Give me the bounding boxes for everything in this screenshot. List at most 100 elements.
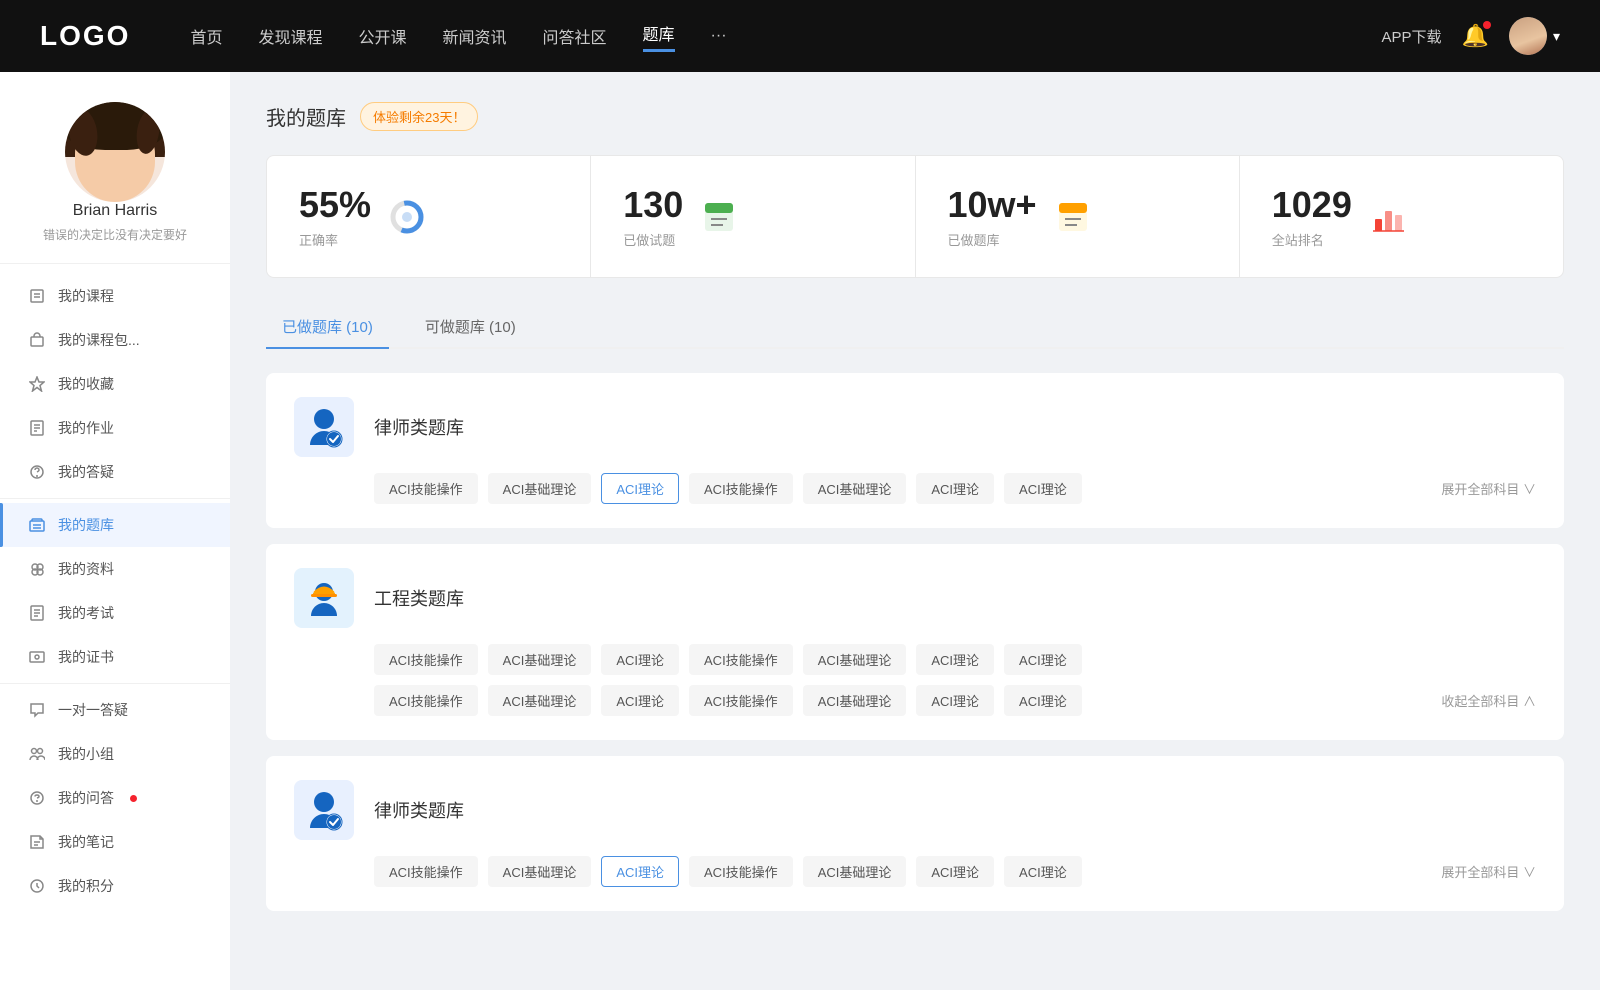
tag[interactable]: ACI理论 xyxy=(916,685,994,716)
app-download-button[interactable]: APP下载 xyxy=(1382,26,1442,47)
chevron-down-icon: ▾ xyxy=(1553,28,1560,45)
tag[interactable]: ACI技能操作 xyxy=(689,685,793,716)
tag[interactable]: ACI理论 xyxy=(1004,644,1082,675)
stat-label: 已做试题 xyxy=(623,230,683,249)
stat-done-questions: 130 已做试题 xyxy=(591,156,914,277)
sidebar-item-qa-mine[interactable]: 我的答疑 xyxy=(0,450,230,494)
tag-active[interactable]: ACI理论 xyxy=(601,856,679,887)
bank-header: 律师类题库 xyxy=(294,780,1536,840)
tag[interactable]: ACI基础理论 xyxy=(803,856,907,887)
tab-bar: 已做题库 (10) 可做题库 (10) xyxy=(266,306,1564,349)
bank-title: 工程类题库 xyxy=(374,585,464,611)
tag[interactable]: ACI理论 xyxy=(916,856,994,887)
tag[interactable]: ACI技能操作 xyxy=(689,473,793,504)
sidebar-item-label: 我的资料 xyxy=(58,559,114,579)
homework-icon xyxy=(28,419,46,437)
tab-available[interactable]: 可做题库 (10) xyxy=(409,306,532,347)
sidebar-item-courses[interactable]: 我的课程 xyxy=(0,274,230,318)
nav-home[interactable]: 首页 xyxy=(190,24,222,48)
sidebar-item-label: 我的证书 xyxy=(58,647,114,667)
sidebar-item-exam[interactable]: 我的考试 xyxy=(0,591,230,635)
tag[interactable]: ACI技能操作 xyxy=(374,685,478,716)
tag[interactable]: ACI理论 xyxy=(1004,473,1082,504)
user-avatar-dropdown[interactable]: ▾ xyxy=(1509,17,1560,55)
tag[interactable]: ACI基础理论 xyxy=(488,644,592,675)
sidebar-item-label: 我的答疑 xyxy=(58,462,114,482)
package-icon xyxy=(28,331,46,349)
tag[interactable]: ACI理论 xyxy=(916,644,994,675)
bank-card-lawyer-2: 律师类题库 ACI技能操作 ACI基础理论 ACI理论 ACI技能操作 ACI基… xyxy=(266,756,1564,911)
sidebar-item-label: 一对一答疑 xyxy=(58,700,128,720)
nav-more[interactable]: ··· xyxy=(711,27,727,45)
sidebar-item-group[interactable]: 我的小组 xyxy=(0,732,230,776)
stat-value: 1029 xyxy=(1272,184,1352,226)
tag[interactable]: ACI技能操作 xyxy=(374,473,478,504)
sidebar-item-one-one[interactable]: 一对一答疑 xyxy=(0,688,230,732)
bank-header: 工程类题库 xyxy=(294,568,1536,628)
tag[interactable]: ACI基础理论 xyxy=(488,856,592,887)
stat-rank: 1029 全站排名 xyxy=(1240,156,1563,277)
tag[interactable]: ACI技能操作 xyxy=(689,644,793,675)
qa-icon xyxy=(28,789,46,807)
tag[interactable]: ACI基础理论 xyxy=(488,685,592,716)
tab-done[interactable]: 已做题库 (10) xyxy=(266,306,389,349)
doc-icon xyxy=(1053,197,1093,237)
notification-bell-button[interactable]: 🔔 xyxy=(1462,23,1489,49)
bank-card-lawyer-1: 律师类题库 ACI技能操作 ACI基础理论 ACI理论 ACI技能操作 ACI基… xyxy=(266,373,1564,528)
sidebar-item-label: 我的积分 xyxy=(58,876,114,896)
nav-discover[interactable]: 发现课程 xyxy=(258,24,322,48)
tag[interactable]: ACI基础理论 xyxy=(803,644,907,675)
pie-chart-icon xyxy=(387,197,427,237)
trial-badge: 体验剩余23天！ xyxy=(360,102,478,131)
points-icon xyxy=(28,877,46,895)
main-layout: Brian Harris 错误的决定比没有决定要好 我的课程 我的课程包... xyxy=(0,0,1600,990)
bank-icon-engineer xyxy=(294,568,354,628)
nav-open[interactable]: 公开课 xyxy=(358,24,406,48)
tag[interactable]: ACI理论 xyxy=(1004,685,1082,716)
tag-active[interactable]: ACI理论 xyxy=(601,473,679,504)
logo: LOGO xyxy=(40,20,130,52)
sidebar-item-label: 我的小组 xyxy=(58,744,114,764)
collapse-button[interactable]: 收起全部科目 ∧ xyxy=(1441,691,1536,710)
sidebar-menu: 我的课程 我的课程包... 我的收藏 我的作业 xyxy=(0,264,230,918)
tag[interactable]: ACI理论 xyxy=(916,473,994,504)
sidebar-item-cert[interactable]: 我的证书 xyxy=(0,635,230,679)
sidebar: Brian Harris 错误的决定比没有决定要好 我的课程 我的课程包... xyxy=(0,72,230,990)
tag[interactable]: ACI基础理论 xyxy=(803,473,907,504)
tag[interactable]: ACI理论 xyxy=(601,685,679,716)
expand-button[interactable]: 展开全部科目 ∨ xyxy=(1441,479,1536,498)
sidebar-item-materials[interactable]: 我的资料 xyxy=(0,547,230,591)
note-icon xyxy=(28,833,46,851)
group-icon xyxy=(28,745,46,763)
sidebar-item-label: 我的收藏 xyxy=(58,374,114,394)
sidebar-item-points[interactable]: 我的积分 xyxy=(0,864,230,908)
tag[interactable]: ACI基础理论 xyxy=(803,685,907,716)
nav-bank[interactable]: 题库 xyxy=(643,21,675,52)
header-right: APP下载 🔔 ▾ xyxy=(1382,17,1560,55)
tag[interactable]: ACI技能操作 xyxy=(374,856,478,887)
expand-button-3[interactable]: 展开全部科目 ∨ xyxy=(1441,862,1536,881)
bank-title: 律师类题库 xyxy=(374,414,464,440)
header: LOGO 首页 发现课程 公开课 新闻资讯 问答社区 题库 ··· APP下载 … xyxy=(0,0,1600,72)
sidebar-item-my-qa[interactable]: 我的问答 xyxy=(0,776,230,820)
sidebar-item-label: 我的笔记 xyxy=(58,832,114,852)
main-nav: 首页 发现课程 公开课 新闻资讯 问答社区 题库 ··· xyxy=(190,21,1381,52)
tag[interactable]: ACI技能操作 xyxy=(689,856,793,887)
chat-icon xyxy=(28,701,46,719)
stat-label: 全站排名 xyxy=(1272,230,1352,249)
sidebar-item-favorites[interactable]: 我的收藏 xyxy=(0,362,230,406)
tag[interactable]: ACI技能操作 xyxy=(374,644,478,675)
sidebar-item-notes[interactable]: 我的笔记 xyxy=(0,820,230,864)
notification-dot xyxy=(1483,21,1491,29)
tag[interactable]: ACI理论 xyxy=(601,644,679,675)
material-icon xyxy=(28,560,46,578)
sidebar-item-label: 我的题库 xyxy=(58,515,114,535)
bank-icon-lawyer xyxy=(294,397,354,457)
tag[interactable]: ACI理论 xyxy=(1004,856,1082,887)
sidebar-item-bank[interactable]: 我的题库 xyxy=(0,503,230,547)
tag[interactable]: ACI基础理论 xyxy=(488,473,592,504)
sidebar-item-package[interactable]: 我的课程包... xyxy=(0,318,230,362)
nav-news[interactable]: 新闻资讯 xyxy=(443,24,507,48)
sidebar-item-homework[interactable]: 我的作业 xyxy=(0,406,230,450)
nav-qa[interactable]: 问答社区 xyxy=(543,24,607,48)
